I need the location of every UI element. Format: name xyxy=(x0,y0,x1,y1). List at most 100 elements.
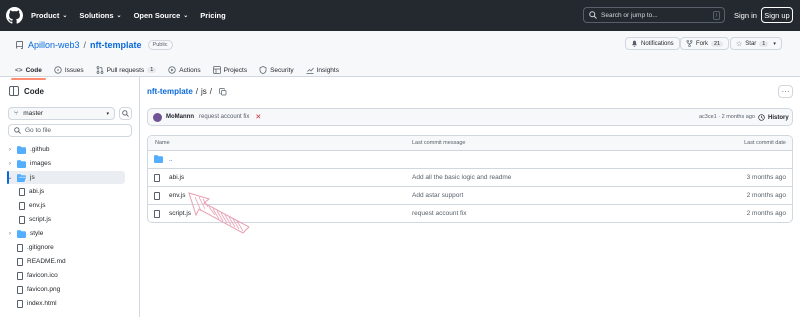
tree-item-label: images xyxy=(30,160,51,167)
sidebar-search-button[interactable] xyxy=(119,107,132,120)
commit-date: 3 months ago xyxy=(746,174,786,181)
more-options-button[interactable]: ··· xyxy=(778,85,793,98)
nav-open-source[interactable]: Open Source ⌄ xyxy=(134,11,189,20)
tree-item-js[interactable]: ⌄ js xyxy=(7,171,125,184)
tab-insights[interactable]: Insights xyxy=(306,63,339,77)
global-search-input[interactable]: Search or jump to... / xyxy=(583,7,725,23)
tab-actions[interactable]: Actions xyxy=(168,63,201,77)
tree-item-label: abi.js xyxy=(29,188,45,195)
tree-item-abi-js[interactable]: abi.js xyxy=(19,185,132,198)
folder-icon xyxy=(17,159,26,168)
tree-item-favicon-png[interactable]: favicon.png xyxy=(17,283,132,296)
tree-item-script-js[interactable]: script.js xyxy=(19,213,132,226)
graph-icon xyxy=(306,67,314,74)
table-row[interactable]: abi.js Add all the basic logic and readm… xyxy=(148,169,792,187)
branch-name: master xyxy=(23,110,44,117)
nav-pricing[interactable]: Pricing xyxy=(200,11,225,20)
sign-in-link[interactable]: Sign in xyxy=(734,11,757,20)
github-logo-icon[interactable] xyxy=(6,7,23,24)
history-label: History xyxy=(768,114,789,121)
chevron-right-icon[interactable]: › xyxy=(7,147,13,153)
notifications-button[interactable]: Notifications xyxy=(625,37,680,50)
tree-item-index-html[interactable]: index.html xyxy=(17,297,132,310)
fork-button[interactable]: Fork 21 xyxy=(680,37,730,50)
tree-item-readme[interactable]: README.md xyxy=(17,255,132,268)
breadcrumb-repo-link[interactable]: nft-template xyxy=(147,87,193,96)
repo-name-link[interactable]: nft-template xyxy=(90,40,142,50)
tab-label: Code xyxy=(25,66,42,74)
history-button[interactable]: History xyxy=(758,114,789,121)
file-icon xyxy=(154,174,160,182)
chevron-down-icon[interactable]: ▾ xyxy=(773,41,776,47)
history-icon xyxy=(758,114,765,121)
sidebar-toggle-icon[interactable] xyxy=(9,86,19,96)
search-hotkey: / xyxy=(712,11,720,20)
copy-icon[interactable] xyxy=(219,87,227,96)
nav-label: Open Source xyxy=(133,11,181,20)
sidebar-header: Code xyxy=(9,86,44,96)
repo-owner-link[interactable]: Apillon-web3 xyxy=(28,40,80,50)
file-icon xyxy=(17,257,23,266)
search-placeholder: Search or jump to... xyxy=(601,11,658,19)
tab-projects[interactable]: Projects xyxy=(212,63,247,77)
nav-label: Pricing xyxy=(200,11,226,20)
branch-selector[interactable]: ⑂ master ▾ xyxy=(8,107,115,120)
table-row-parent[interactable]: .. xyxy=(148,151,792,169)
nav-label: Product xyxy=(31,11,60,20)
file-icon xyxy=(19,187,25,196)
tree-item-label: README.md xyxy=(27,258,66,265)
star-icon: ☆ xyxy=(736,40,743,48)
tree-item-env-js[interactable]: env.js xyxy=(19,199,132,212)
commit-sha-time[interactable]: ac3ce1 · 2 months ago xyxy=(699,114,755,120)
tab-code[interactable]: <> Code xyxy=(11,63,46,80)
chevron-right-icon[interactable]: › xyxy=(7,161,13,167)
go-to-file-placeholder: Go to file xyxy=(25,127,52,134)
sign-up-button[interactable]: Sign up xyxy=(761,7,793,23)
file-tree-sidebar: Code ⑂ master ▾ Go to file › .github › i… xyxy=(0,77,140,317)
commit-message-link[interactable]: request account fix xyxy=(199,114,249,120)
tab-security[interactable]: Security xyxy=(259,63,294,77)
commit-author-link[interactable]: MoMannn xyxy=(166,114,194,120)
tab-label: Actions xyxy=(179,66,201,74)
search-icon xyxy=(122,110,129,117)
chevron-down-icon: ▾ xyxy=(106,110,109,117)
file-name-link[interactable]: abi.js xyxy=(169,174,184,181)
folder-icon xyxy=(17,145,26,154)
tab-issues[interactable]: Issues xyxy=(54,63,84,77)
repo-separator: / xyxy=(83,40,87,50)
breadcrumb-separator: / xyxy=(195,87,199,96)
commit-message-link[interactable]: Add astar support xyxy=(412,192,463,199)
commit-message-link[interactable]: request account fix xyxy=(412,210,467,217)
column-name-header: Name xyxy=(155,140,170,146)
tree-item-gitignore[interactable]: .gitignore xyxy=(17,241,132,254)
go-to-file-input[interactable]: Go to file xyxy=(8,124,132,137)
code-icon: <> xyxy=(15,66,23,74)
tab-pull-requests[interactable]: Pull requests 1 xyxy=(96,63,157,77)
star-button[interactable]: ☆ Star 1 ▾ xyxy=(730,37,782,50)
repo-icon xyxy=(16,40,23,49)
tree-item-favicon-ico[interactable]: favicon.ico xyxy=(17,269,132,282)
parent-directory-link[interactable]: .. xyxy=(169,156,173,163)
tree-item-github[interactable]: › .github xyxy=(7,143,132,156)
file-icon xyxy=(17,243,23,252)
file-icon xyxy=(19,201,25,210)
chevron-right-icon[interactable]: › xyxy=(7,231,13,237)
nav-solutions[interactable]: Solutions ⌄ xyxy=(79,11,121,20)
repo-title: Apillon-web3 / nft-template Public xyxy=(15,40,173,50)
visibility-badge: Public xyxy=(147,40,173,50)
tree-item-style[interactable]: › style xyxy=(7,227,132,240)
file-name-link[interactable]: env.js xyxy=(169,192,186,199)
tab-label: Pull requests xyxy=(106,66,145,74)
avatar[interactable] xyxy=(153,112,162,122)
commit-message-link[interactable]: Add all the basic logic and readme xyxy=(412,174,511,181)
nav-product[interactable]: Product ⌄ xyxy=(31,11,67,20)
file-icon xyxy=(17,299,23,308)
table-header: Name Last commit message Last commit dat… xyxy=(148,136,792,151)
branch-icon: ⑂ xyxy=(14,110,19,117)
check-failed-icon[interactable]: ✕ xyxy=(255,113,261,121)
chevron-down-icon: ⌄ xyxy=(116,13,122,19)
breadcrumb-separator: / xyxy=(209,87,213,96)
table-icon xyxy=(212,66,221,74)
global-header: Product ⌄ Solutions ⌄ Open Source ⌄ Pricing… xyxy=(0,0,800,31)
tree-item-images[interactable]: › images xyxy=(7,157,132,170)
